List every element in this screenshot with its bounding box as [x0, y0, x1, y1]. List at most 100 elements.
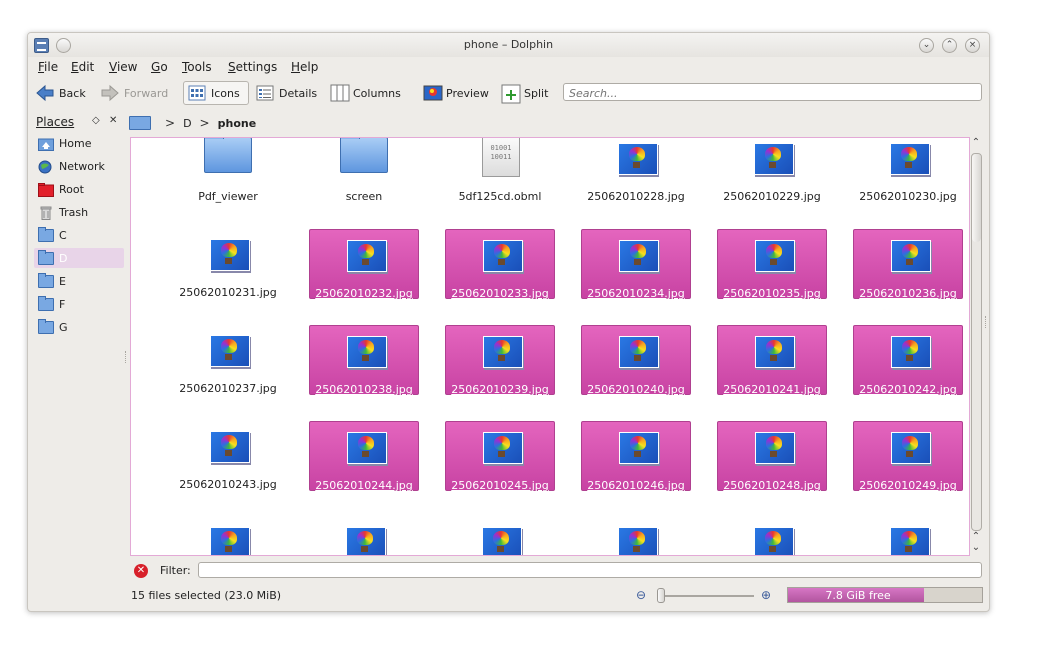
- close-panel-icon[interactable]: ✕: [109, 115, 117, 126]
- file-item[interactable]: 25062010236.jpg: [853, 229, 963, 300]
- image-thumbnail-icon: [483, 336, 523, 368]
- close-filter-icon[interactable]: ✕: [134, 564, 148, 578]
- file-item[interactable]: [853, 517, 963, 555]
- menu-settings[interactable]: Settings: [228, 60, 277, 74]
- image-thumbnail-icon: [754, 143, 794, 175]
- file-item[interactable]: 25062010231.jpg: [173, 229, 283, 299]
- file-item[interactable]: 25062010244.jpg: [309, 421, 419, 492]
- file-item[interactable]: 25062010245.jpg: [445, 421, 555, 492]
- image-thumbnail-icon: [210, 239, 250, 271]
- breadcrumb-segment[interactable]: D: [183, 117, 191, 130]
- place-drive-d[interactable]: D: [34, 248, 124, 268]
- folder-icon: [204, 138, 252, 173]
- folder-icon: [38, 295, 54, 311]
- place-network[interactable]: Network: [34, 156, 124, 176]
- file-item[interactable]: [309, 517, 419, 555]
- file-item[interactable]: 25062010241.jpg: [717, 325, 827, 396]
- window-resize-grip[interactable]: [985, 316, 989, 328]
- back-button[interactable]: Back: [36, 81, 86, 105]
- main-toolbar: Back Forward Icons Details Columns Previ…: [28, 79, 989, 109]
- file-item[interactable]: 25062010238.jpg: [309, 325, 419, 396]
- search-box[interactable]: [563, 83, 982, 101]
- minimize-button[interactable]: ⌄: [919, 38, 934, 53]
- file-item[interactable]: [445, 517, 555, 555]
- menu-edit[interactable]: Edit: [71, 60, 94, 74]
- home-icon: [38, 137, 54, 151]
- icons-view-button[interactable]: Icons: [183, 81, 249, 105]
- panel-splitter[interactable]: [125, 351, 129, 363]
- folder-icon[interactable]: [129, 116, 151, 130]
- folder-item[interactable]: Pdf_viewer: [173, 138, 283, 203]
- file-item[interactable]: 25062010246.jpg: [581, 421, 691, 492]
- file-name-label: 25062010245.jpg: [451, 479, 549, 492]
- float-panel-icon[interactable]: ◇: [92, 115, 100, 126]
- menu-help[interactable]: Help: [291, 60, 318, 74]
- split-view-icon: [501, 84, 521, 104]
- close-button[interactable]: ×: [965, 38, 980, 53]
- place-drive-g[interactable]: G: [34, 317, 124, 337]
- file-item[interactable]: 25062010233.jpg: [445, 229, 555, 300]
- file-item[interactable]: [581, 517, 691, 555]
- menu-file[interactable]: File: [38, 60, 58, 74]
- image-thumbnail-icon: [891, 336, 931, 368]
- menu-tools[interactable]: Tools: [182, 60, 212, 74]
- image-thumbnail-icon: [346, 527, 386, 555]
- file-item[interactable]: 25062010237.jpg: [173, 325, 283, 395]
- folder-icon: [38, 226, 54, 242]
- vertical-scrollbar[interactable]: ⌃ ⌃ ⌄: [969, 137, 983, 555]
- file-item[interactable]: [173, 517, 283, 555]
- file-item[interactable]: 25062010242.jpg: [853, 325, 963, 396]
- file-item[interactable]: 25062010248.jpg: [717, 421, 827, 492]
- filter-input[interactable]: [198, 562, 982, 578]
- file-item[interactable]: 25062010235.jpg: [717, 229, 827, 300]
- file-item[interactable]: 25062010234.jpg: [581, 229, 691, 300]
- file-name-label: 25062010239.jpg: [451, 383, 549, 396]
- file-item[interactable]: 25062010232.jpg: [309, 229, 419, 300]
- preview-button[interactable]: Preview: [423, 81, 489, 105]
- file-name-label: Pdf_viewer: [198, 190, 258, 203]
- forward-button[interactable]: Forward: [101, 81, 168, 105]
- search-input[interactable]: [567, 85, 971, 101]
- image-thumbnail-icon: [347, 336, 387, 368]
- place-drive-f[interactable]: F: [34, 294, 124, 314]
- menu-view[interactable]: View: [109, 60, 137, 74]
- file-item[interactable]: 25062010243.jpg: [173, 421, 283, 491]
- scrollbar-track[interactable]: [971, 153, 982, 531]
- zoom-slider-track[interactable]: [658, 595, 754, 597]
- folder-item[interactable]: screen: [309, 138, 419, 203]
- file-item[interactable]: 01001 10011 5df125cd.obml: [445, 138, 555, 203]
- columns-view-icon: [330, 84, 350, 102]
- scroll-up-arrow[interactable]: ⌃: [970, 137, 982, 149]
- place-drive-e[interactable]: E: [34, 271, 124, 291]
- file-item[interactable]: 25062010240.jpg: [581, 325, 691, 396]
- file-item[interactable]: 25062010249.jpg: [853, 421, 963, 492]
- place-trash[interactable]: Trash: [34, 202, 124, 222]
- menu-go[interactable]: Go: [151, 60, 168, 74]
- place-drive-c[interactable]: C: [34, 225, 124, 245]
- file-name-label: 25062010237.jpg: [179, 382, 277, 395]
- place-home[interactable]: Home: [34, 133, 124, 153]
- zoom-out-icon[interactable]: ⊖: [636, 588, 646, 602]
- details-view-button[interactable]: Details: [256, 81, 317, 105]
- zoom-slider-handle[interactable]: [657, 588, 665, 603]
- dolphin-window: phone – Dolphin ⌄ ⌃ × File Edit View Go …: [27, 32, 990, 612]
- file-icon-view[interactable]: Pdf_viewer screen 01001 10011 5df125cd.obml 2…: [130, 137, 970, 556]
- file-item[interactable]: [717, 517, 827, 555]
- scrollbar-thumb[interactable]: [972, 154, 981, 242]
- columns-view-button[interactable]: Columns: [330, 81, 401, 105]
- binary-file-icon: 01001 10011: [482, 138, 520, 177]
- file-item[interactable]: 25062010230.jpg: [853, 138, 963, 203]
- zoom-in-icon[interactable]: ⊕: [761, 588, 771, 602]
- title-bar[interactable]: phone – Dolphin ⌄ ⌃ ×: [28, 33, 989, 57]
- maximize-button[interactable]: ⌃: [942, 38, 957, 53]
- file-item[interactable]: 25062010229.jpg: [717, 138, 827, 203]
- breadcrumb-current[interactable]: phone: [218, 117, 257, 130]
- image-thumbnail-icon: [890, 527, 930, 555]
- place-root[interactable]: Root: [34, 179, 124, 199]
- split-button[interactable]: Split: [501, 81, 548, 105]
- file-item[interactable]: 25062010239.jpg: [445, 325, 555, 396]
- image-thumbnail-icon: [483, 432, 523, 464]
- file-item[interactable]: 25062010228.jpg: [581, 138, 691, 203]
- window-title: phone – Dolphin: [463, 38, 554, 51]
- scroll-down-arrow[interactable]: ⌄: [970, 542, 982, 554]
